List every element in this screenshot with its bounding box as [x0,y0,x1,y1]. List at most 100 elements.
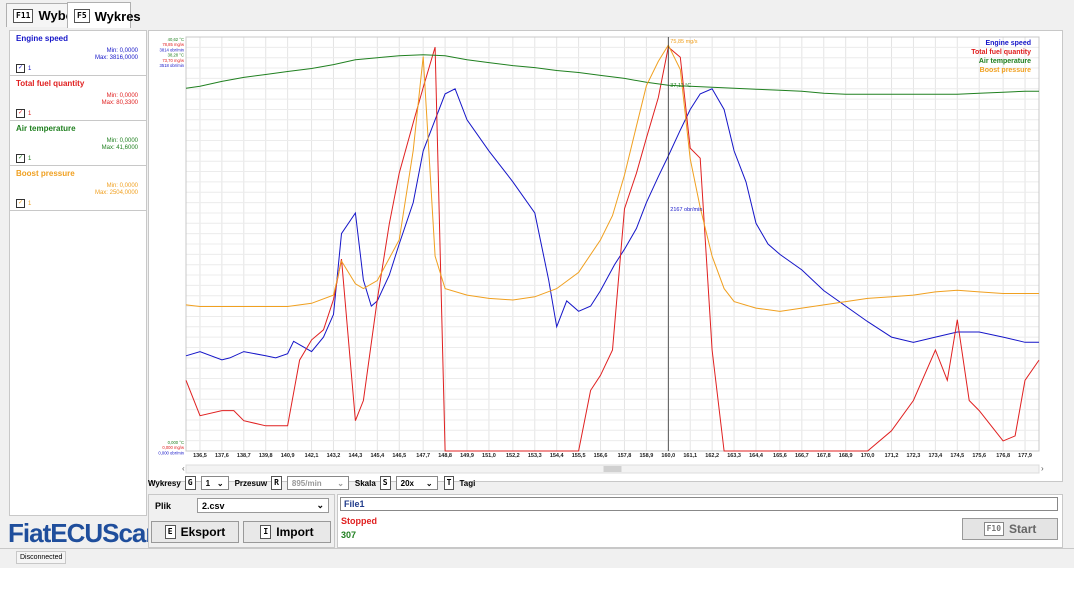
import-label: Import [276,525,314,539]
x-tick-label: 151,0 [482,453,496,459]
start-button[interactable]: F10 Start [962,518,1058,540]
tagi-key[interactable]: T [443,476,455,490]
start-key: F10 [983,522,1005,536]
signal-name: Total fuel quantity [16,79,85,88]
x-tick-label: 136,5 [193,453,207,459]
checkmark-icon: ✓ [16,109,25,118]
status-panel: File1 Stopped 307 F10 Start [337,494,1063,548]
legend-item: Total fuel quantity [971,49,1031,56]
x-tick-label: 145,4 [370,453,385,459]
skala-key: S [379,476,391,490]
y-axis-label: 3518 obr/min [160,63,185,68]
signal-list: Engine speed Min: 0,0000 Max: 3816,0000 ✓ 1 T… [9,30,147,516]
x-tick-label: 158,9 [639,453,653,459]
przesuw-key: R [271,476,282,490]
signal-max: Max: 3816,0000 [94,55,138,61]
x-tick-label: 140,9 [281,453,295,459]
signal-checkbox[interactable]: ✓ 1 [16,109,31,118]
chevron-down-icon: ⌄ [316,500,324,510]
x-tick-label: 173,4 [928,453,943,459]
tab-wybor-key: F11 [13,8,34,23]
signal-name: Air temperature [16,124,76,133]
skala-select[interactable]: 20x ⌄ [395,476,438,490]
wykresy-value: 1 [205,478,211,488]
x-tick-label: 176,8 [996,453,1010,459]
checkmark-icon: ✓ [16,199,25,208]
x-tick-label: 164,4 [749,453,764,459]
x-tick-label: 171,2 [885,453,899,459]
chart-controls: Wykresy G 1 ⌄ Przesuw R 895/min ⌄ Skala S … [148,474,479,492]
signal-checkbox[interactable]: ✓ 1 [16,64,31,73]
signal-min: Min: 0,0000 [106,48,138,54]
line-chart[interactable]: 136,5 137,6 138,7 139,8 140,9 142,1 143,2 144,3… [149,31,1062,481]
signal-max: Max: 41,6000 [101,145,138,151]
main-area: Engine speed Min: 0,0000 Max: 3816,0000 ✓ 1 T… [0,28,1074,548]
x-tick-label: 143,2 [327,453,341,459]
checkmark-icon: ✓ [16,154,25,163]
signal-checkbox[interactable]: ✓ 1 [16,154,31,163]
skala-value: 20x [400,478,414,488]
x-tick-label: 172,3 [907,453,921,459]
signal-min: Min: 0,0000 [106,138,138,144]
x-tick-label: 144,3 [349,453,363,459]
signal-max: Max: 2504,0000 [94,190,138,196]
x-tick-label: 146,5 [392,453,406,459]
app-logo: FiatECUScan [8,518,161,548]
wykresy-select[interactable]: 1 ⌄ [200,476,229,490]
x-tick-label: 174,5 [950,453,964,459]
status-count: 307 [341,530,357,540]
export-label: Eksport [180,525,226,539]
x-tick-label: 152,2 [506,453,520,459]
export-key: E [164,525,176,539]
signal-min: Min: 0,0000 [106,183,138,189]
file-panel: Plik 2.csv ⌄ E Eksport I Import [148,494,335,548]
legend-item: Air temperature [979,58,1031,65]
x-tick-label: 162,2 [705,453,719,459]
y-axis-label: 0,000 obr/min [158,450,184,455]
scroll-left-icon[interactable]: ‹ [182,464,185,473]
signal-item: Total fuel quantity Min: 0,0000 Max: 80,33… [10,76,146,121]
scroll-right-icon[interactable]: › [1041,464,1044,473]
signal-item: Air temperature Min: 0,0000 Max: 41,6000 ✓ 1 [10,121,146,166]
tab-bar: F11 Wybór F5 Wykres [0,0,1074,29]
connection-status: Disconnected [16,551,67,564]
import-button[interactable]: I Import [243,521,331,543]
x-tick-label: 156,6 [594,453,608,459]
chevron-down-icon: ⌄ [425,478,433,488]
x-tick-label: 175,6 [972,453,986,459]
x-tick-label: 142,1 [305,453,319,459]
tab-wykres-key: F5 [74,9,90,23]
przesuw-label: Przesuw [234,478,268,488]
series-line [185,44,1039,312]
legend-item: Engine speed [985,40,1031,47]
checkmark-icon: ✓ [16,64,25,73]
file-name-field[interactable]: File1 [340,497,1058,511]
x-tick-label: 168,9 [839,453,853,459]
export-button[interactable]: E Eksport [151,521,239,543]
tab-wykres-label: Wykres [94,8,141,24]
chart-panel[interactable]: 136,5 137,6 138,7 139,8 140,9 142,1 143,2 144,3… [148,30,1063,482]
legend-item: Boost pressure [980,67,1031,74]
tab-wybor[interactable]: F11 Wybór [6,3,79,27]
signal-checkbox[interactable]: ✓ 1 [16,199,31,208]
x-tick-label: 148,8 [438,453,452,459]
signal-check-value: 1 [28,200,32,207]
signal-name: Engine speed [16,34,69,43]
scrollbar-thumb[interactable] [603,466,622,472]
x-tick-label: 138,7 [237,453,251,459]
x-tick-label: 157,8 [618,453,632,459]
przesuw-value: 895/min [291,478,322,488]
wykresy-key: G [184,476,196,490]
cursor-label: 75,85 mg/s [670,39,697,45]
x-tick-label: 160,0 [661,453,675,459]
tab-wykres[interactable]: F5 Wykres [67,2,141,29]
file-select[interactable]: 2.csv ⌄ [197,498,329,513]
signal-check-value: 1 [28,110,32,117]
status-bar: Disconnected [0,548,1074,568]
signal-check-value: 1 [28,155,32,162]
signal-name: Boost pressure [16,169,75,178]
przesuw-select[interactable]: 895/min ⌄ [286,476,349,490]
signal-item: Engine speed Min: 0,0000 Max: 3816,0000 ✓ 1 [10,31,146,76]
x-tick-label: 137,6 [215,453,229,459]
x-tick-label: 153,3 [528,453,542,459]
